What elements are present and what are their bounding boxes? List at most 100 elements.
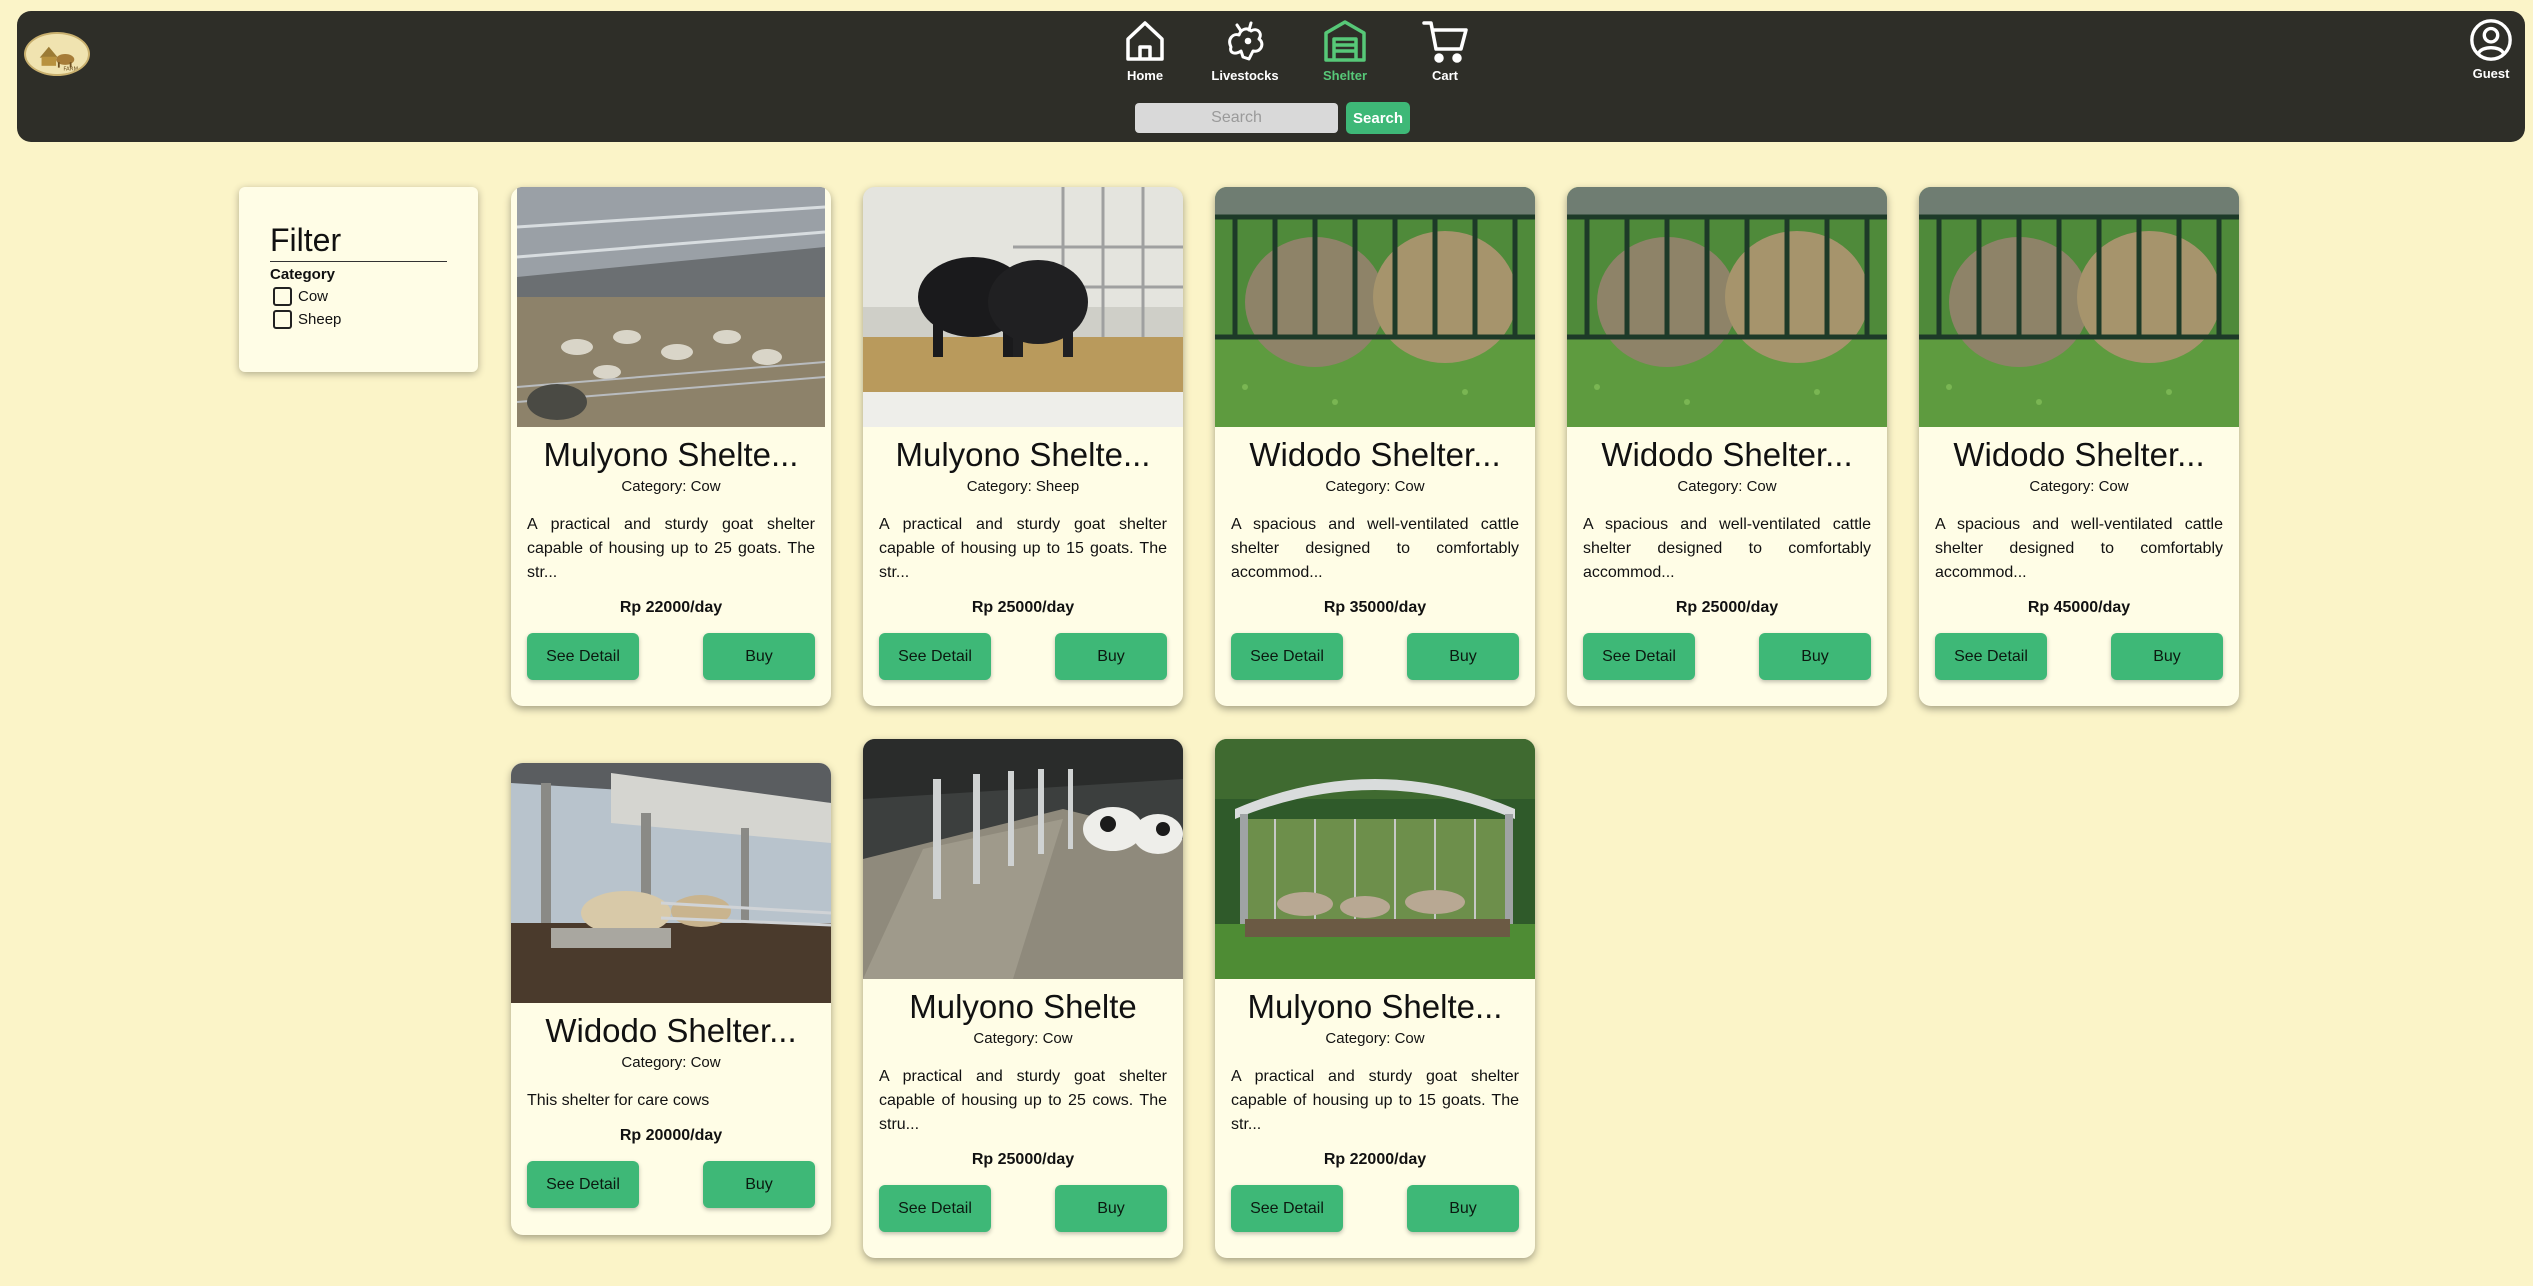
card-price: Rp 25000/day (971, 599, 1075, 616)
hay-bale-image[interactable] (1567, 187, 1887, 427)
card-body: Widodo Shelter... Category: Cow A spacio… (1919, 427, 2239, 633)
filter-category-label: Category (270, 266, 336, 283)
cart-icon (1422, 21, 1468, 63)
card-actions: See Detail Buy (1215, 633, 1535, 680)
shelter-card: Widodo Shelter... Category: Cow A spacio… (1215, 187, 1535, 706)
shelter-card: Mulyono Shelte... Category: Sheep A prac… (863, 187, 1183, 706)
nav-home[interactable]: Home (1095, 17, 1195, 97)
card-category: Category: Cow (621, 1054, 721, 1071)
see-detail-button[interactable]: See Detail (1935, 633, 2047, 680)
card-price: Rp 25000/day (1675, 599, 1779, 616)
card-category: Category: Cow (2029, 478, 2129, 495)
hay-bale-image[interactable] (1919, 187, 2239, 427)
card-price: Rp 35000/day (1323, 599, 1427, 616)
user-account[interactable]: Guest (2465, 17, 2517, 81)
card-price: Rp 25000/day (971, 1151, 1075, 1168)
card-price: Rp 22000/day (1323, 1151, 1427, 1168)
shelter-card: Mulyono Shelte... Category: Cow A practi… (511, 187, 831, 706)
nav-cart-label: Cart (1431, 68, 1458, 83)
card-title: Mulyono Shelte... (1247, 988, 1503, 1025)
shelter-card: Mulyono Shelte... Category: Cow A practi… (1215, 739, 1535, 1258)
card-title: Widodo Shelter... (1249, 436, 1501, 473)
filter-panel: Filter Category Cow Sheep (239, 187, 478, 372)
card-body: Mulyono Shelte... Category: Cow A practi… (511, 427, 831, 633)
see-detail-button[interactable]: See Detail (1583, 633, 1695, 680)
card-body: Widodo Shelter... Category: Cow A spacio… (1567, 427, 1887, 633)
see-detail-button[interactable]: See Detail (1231, 633, 1343, 680)
search-input[interactable] (1135, 103, 1338, 133)
card-title: Mulyono Shelte (909, 988, 1137, 1025)
search-button[interactable]: Search (1346, 102, 1411, 134)
open-cow-barn-image[interactable] (511, 763, 831, 1003)
livestock-icon (1228, 21, 1264, 61)
buy-button[interactable]: Buy (703, 1161, 815, 1208)
black-cattle-image[interactable] (863, 187, 1183, 427)
home-icon (1126, 21, 1164, 61)
filter-option-sheep[interactable]: Sheep (273, 310, 447, 329)
shelter-card: Widodo Shelter... Category: Cow A spacio… (1919, 187, 2239, 706)
main-nav: Home Livestocks Shelter Cart (1095, 17, 1495, 97)
buy-button[interactable]: Buy (703, 633, 815, 680)
farm-logo[interactable]: FARM (24, 32, 90, 76)
shelter-icon (1324, 20, 1366, 62)
nav-home-label: Home (1126, 68, 1164, 83)
sheep-checkbox[interactable] (273, 310, 292, 329)
filter-title: Filter (270, 222, 447, 262)
svg-text:FARM: FARM (63, 66, 78, 72)
see-detail-button[interactable]: See Detail (1231, 1185, 1343, 1232)
card-actions: See Detail Buy (863, 633, 1183, 680)
card-actions: See Detail Buy (511, 633, 831, 680)
filter-option-label: Cow (298, 288, 329, 305)
card-description: A practical and sturdy goat shelter capa… (1231, 1068, 1519, 1133)
card-actions: See Detail Buy (511, 1161, 831, 1208)
nav-livestocks-label: Livestocks (1211, 68, 1279, 83)
card-price: Rp 22000/day (619, 599, 723, 616)
see-detail-button[interactable]: See Detail (879, 633, 991, 680)
nav-cart[interactable]: Cart (1395, 17, 1495, 97)
buy-button[interactable]: Buy (1759, 633, 1871, 680)
card-actions: See Detail Buy (1567, 633, 1887, 680)
top-navbar: FARM Home Livestocks Shelter Cart Search… (17, 11, 2525, 142)
shelter-card: Widodo Shelter... Category: Cow A spacio… (1567, 187, 1887, 706)
card-category: Category: Cow (1677, 478, 1777, 495)
sheep-barn-image[interactable] (517, 187, 825, 427)
card-category: Category: Cow (621, 478, 721, 495)
nav-shelter[interactable]: Shelter (1295, 17, 1395, 97)
card-category: Category: Cow (973, 1030, 1073, 1047)
nav-shelter-label: Shelter (1322, 68, 1368, 83)
user-icon (2470, 19, 2512, 61)
card-description: A spacious and well-ventilated cattle sh… (1935, 516, 2223, 581)
card-actions: See Detail Buy (863, 1185, 1183, 1232)
dairy-stall-image[interactable] (863, 739, 1183, 979)
buy-button[interactable]: Buy (1055, 1185, 1167, 1232)
nav-livestocks[interactable]: Livestocks (1195, 17, 1295, 97)
filter-option-cow[interactable]: Cow (273, 287, 447, 306)
cow-checkbox[interactable] (273, 287, 292, 306)
card-title: Widodo Shelter... (1601, 436, 1853, 473)
card-body: Widodo Shelter... Category: Cow A spacio… (1215, 427, 1535, 633)
card-description: This shelter for care cows (527, 1092, 710, 1109)
card-price: Rp 20000/day (619, 1127, 723, 1144)
card-title: Mulyono Shelte... (543, 436, 799, 473)
field-shelter-image[interactable] (1215, 739, 1535, 979)
card-category: Category: Cow (1325, 1030, 1425, 1047)
hay-bale-image[interactable] (1215, 187, 1535, 427)
see-detail-button[interactable]: See Detail (527, 633, 639, 680)
buy-button[interactable]: Buy (1055, 633, 1167, 680)
shelter-card: Widodo Shelter... Category: Cow This she… (511, 763, 831, 1235)
card-body: Mulyono Shelte... Category: Sheep A prac… (863, 427, 1183, 633)
card-description: A spacious and well-ventilated cattle sh… (1583, 516, 1871, 581)
see-detail-button[interactable]: See Detail (527, 1161, 639, 1208)
card-actions: See Detail Buy (1215, 1185, 1535, 1232)
see-detail-button[interactable]: See Detail (879, 1185, 991, 1232)
filter-option-label: Sheep (298, 311, 342, 328)
user-label: Guest (2472, 66, 2510, 81)
buy-button[interactable]: Buy (1407, 633, 1519, 680)
card-category: Category: Cow (1325, 478, 1425, 495)
buy-button[interactable]: Buy (1407, 1185, 1519, 1232)
card-description: A spacious and well-ventilated cattle sh… (1231, 516, 1519, 581)
card-description: A practical and sturdy goat shelter capa… (527, 516, 815, 581)
card-title: Mulyono Shelte... (895, 436, 1151, 473)
card-body: Widodo Shelter... Category: Cow This she… (511, 1003, 831, 1161)
buy-button[interactable]: Buy (2111, 633, 2223, 680)
